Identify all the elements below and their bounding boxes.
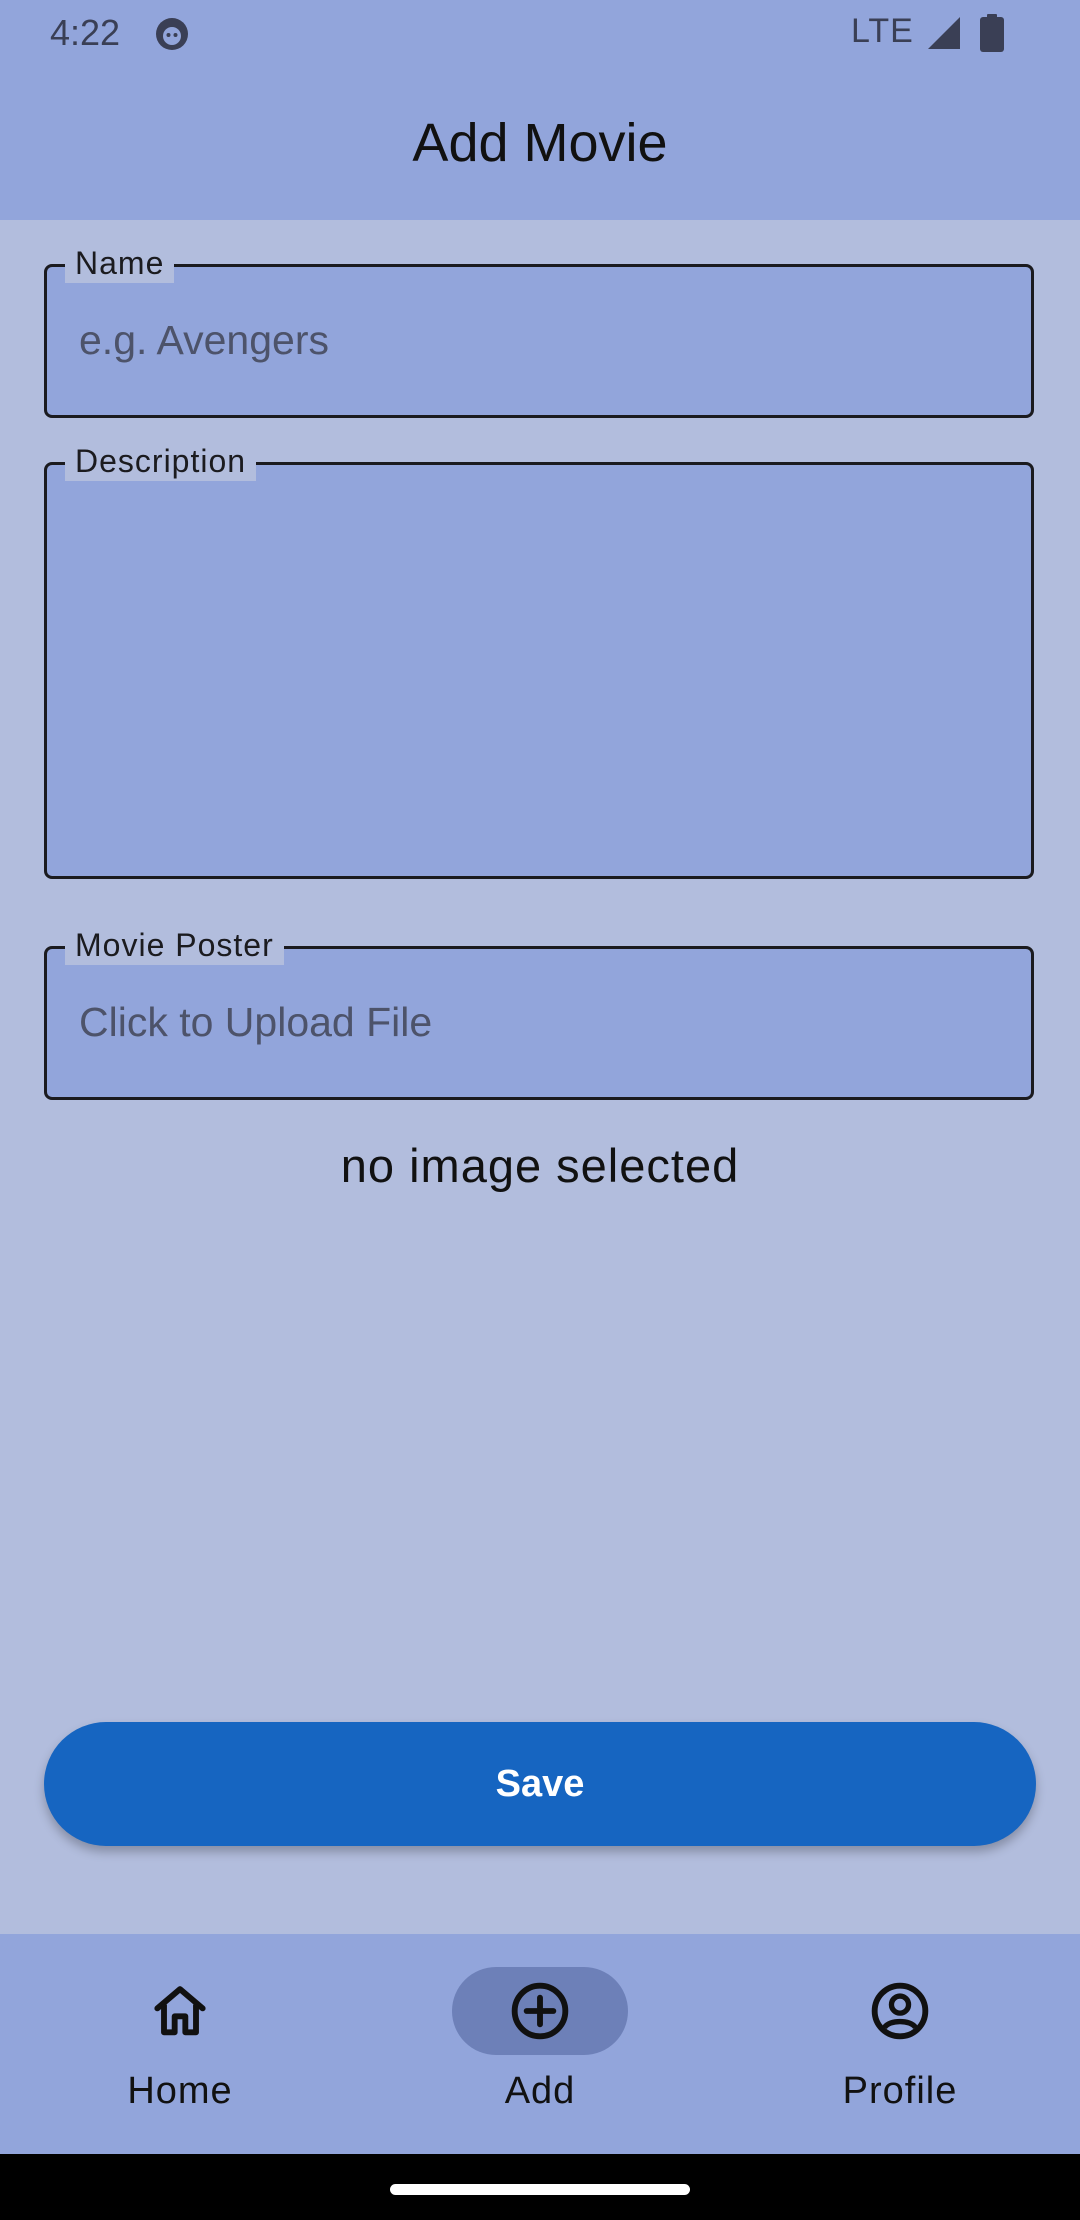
bottom-navigation: Home Add Profile	[0, 1934, 1080, 2154]
nav-add-active-pill	[452, 1967, 628, 2055]
system-navigation-bar	[0, 2154, 1080, 2220]
save-button[interactable]: Save	[44, 1722, 1036, 1846]
nav-item-home[interactable]: Home	[0, 1934, 360, 2154]
description-field-label: Description	[65, 441, 257, 481]
nav-home-icon-container	[92, 1967, 268, 2055]
status-time: 4:22	[50, 12, 121, 53]
movie-poster-upload-field[interactable]: Movie Poster Click to Upload File	[44, 925, 1034, 1100]
save-button-label: Save	[495, 1762, 585, 1805]
nav-label-home: Home	[127, 2070, 233, 2112]
movie-poster-placeholder: Click to Upload File	[79, 999, 433, 1045]
nav-item-profile[interactable]: Profile	[720, 1934, 1080, 2154]
network-type: LTE	[851, 12, 914, 50]
name-field-placeholder: e.g. Avengers	[79, 317, 329, 363]
add-circle-icon	[511, 1982, 569, 2040]
home-icon	[154, 1986, 206, 2036]
name-field[interactable]: Name e.g. Avengers	[44, 243, 1034, 418]
movie-poster-field-label: Movie Poster	[65, 925, 284, 965]
image-status-text: no image selected	[340, 1139, 740, 1192]
nav-item-add[interactable]: Add	[360, 1934, 720, 2154]
battery-icon	[980, 14, 1004, 52]
name-field-label: Name	[65, 243, 175, 283]
gesture-handle[interactable]	[390, 2184, 690, 2195]
profile-icon	[871, 1982, 929, 2040]
description-field[interactable]: Description	[44, 441, 1034, 879]
nav-profile-icon-container	[812, 1967, 988, 2055]
status-bar: 4:22 LTE	[0, 0, 1080, 66]
signal-icon	[928, 17, 960, 49]
nav-label-add: Add	[504, 2070, 576, 2112]
app-notification-icon	[156, 18, 188, 50]
page-title: Add Movie	[412, 113, 668, 173]
nav-label-profile: Profile	[842, 2070, 958, 2112]
app-bar: Add Movie	[0, 66, 1080, 220]
